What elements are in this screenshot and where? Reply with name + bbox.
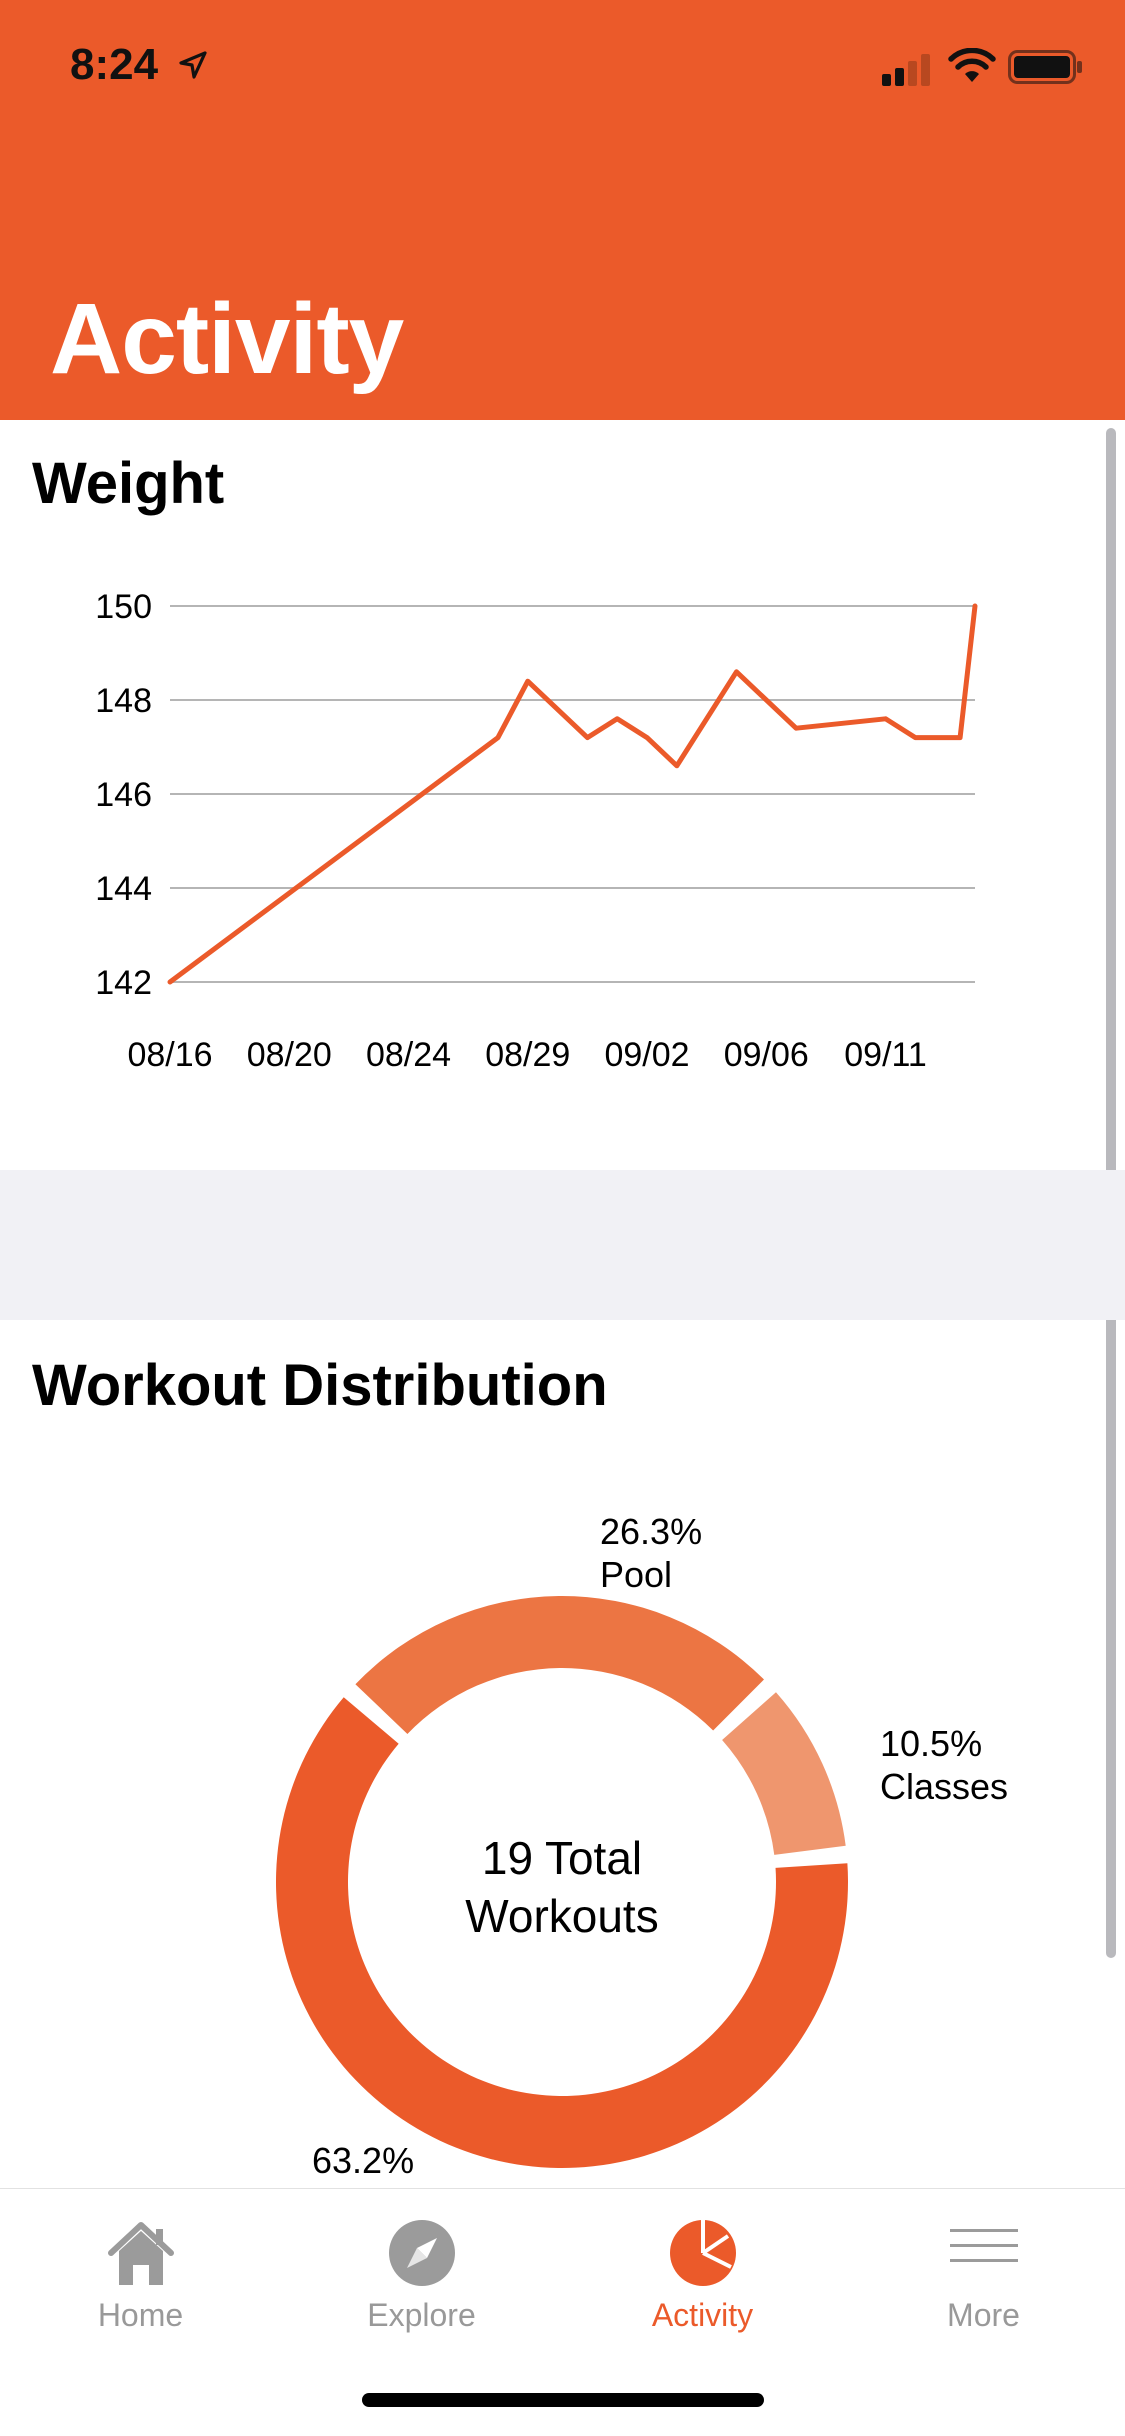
donut-center-text: Workouts <box>465 1890 658 1942</box>
app-header: 8:24 Activity <box>0 0 1125 420</box>
x-tick-label: 08/29 <box>485 1036 570 1074</box>
y-tick-label: 146 <box>95 776 152 814</box>
y-tick-label: 144 <box>95 870 152 908</box>
slice-percent-label: 63.2% <box>312 2140 414 2180</box>
battery-icon <box>1008 50 1082 84</box>
section-divider-band <box>0 1170 1125 1320</box>
tab-activity-label: Activity <box>651 2297 754 2333</box>
tab-home[interactable]: Home <box>0 2189 281 2359</box>
pie-chart-icon <box>669 2220 736 2286</box>
tab-explore[interactable]: Explore <box>281 2189 562 2359</box>
x-tick-label: 08/16 <box>127 1036 212 1074</box>
page-title: Activity <box>50 283 404 395</box>
compass-icon <box>388 2220 455 2286</box>
cellular-signal-icon <box>882 54 930 86</box>
donut-slice <box>722 1692 846 1855</box>
tab-activity[interactable]: Activity <box>562 2189 843 2359</box>
y-tick-label: 142 <box>95 964 152 1002</box>
tab-explore-label: Explore <box>367 2297 476 2333</box>
tab-more-label: More <box>947 2297 1020 2333</box>
x-tick-label: 09/11 <box>844 1036 927 1074</box>
workout-distribution-title: Workout Distribution <box>32 1353 608 1418</box>
tab-more[interactable]: More <box>843 2189 1124 2359</box>
donut-slice <box>355 1596 764 1735</box>
slice-percent-label: 26.3% <box>600 1511 702 1552</box>
weight-section-title: Weight <box>32 451 225 516</box>
slice-category-label: Pool <box>600 1554 672 1595</box>
donut-center-text: 19 Total <box>482 1832 642 1884</box>
weight-line-chart: 150 148 146 144 142 08/16 08/20 08/24 08/29 09/02… <box>95 588 978 1074</box>
tab-home-label: Home <box>97 2297 184 2333</box>
home-indicator[interactable] <box>362 2393 764 2407</box>
location-arrow-icon <box>179 51 207 79</box>
x-tick-label: 08/24 <box>366 1036 451 1074</box>
y-tick-label: 150 <box>95 588 152 626</box>
slice-category-label: Classes <box>880 1766 1008 1807</box>
x-tick-label: 09/06 <box>724 1036 809 1074</box>
wifi-icon <box>948 48 996 82</box>
x-tick-label: 09/02 <box>604 1036 689 1074</box>
menu-icon <box>949 2229 1018 2262</box>
status-time: 8:24 <box>70 40 159 89</box>
home-icon <box>107 2222 174 2285</box>
slice-percent-label: 10.5% <box>880 1723 982 1764</box>
workout-donut-chart: 26.3%Pool 10.5%Classes 63.2% 19 Total Workou… <box>275 1511 1008 2180</box>
y-tick-label: 148 <box>95 682 152 720</box>
x-tick-label: 08/20 <box>247 1036 332 1074</box>
